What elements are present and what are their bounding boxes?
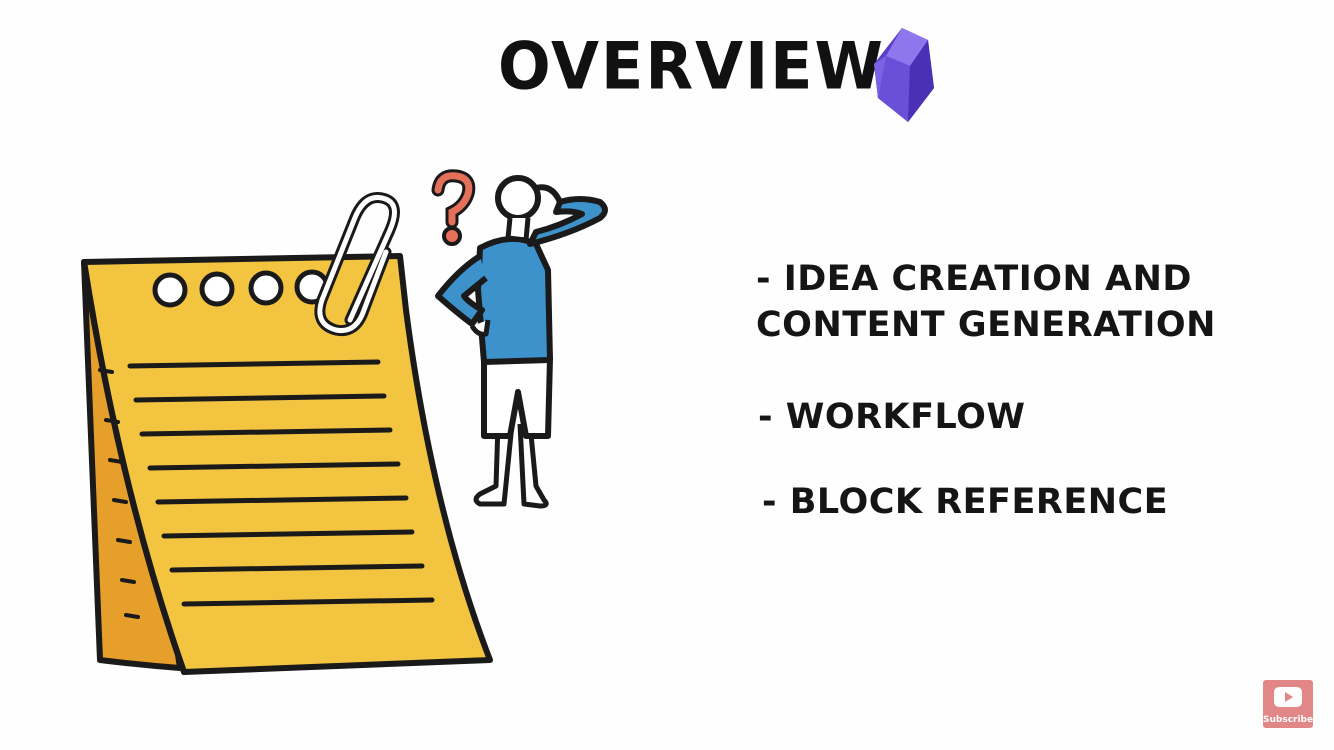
slide: OVERVIEW - IDEA CREATION AND CONTENT GEN… xyxy=(0,0,1334,750)
thinking-person xyxy=(435,175,608,509)
question-mark-icon xyxy=(431,169,476,246)
slide-title: OVERVIEW xyxy=(498,27,885,105)
youtube-play-icon xyxy=(1274,687,1302,707)
bullet-idea-creation: - IDEA CREATION AND CONTENT GENERATION xyxy=(756,259,1216,345)
subscribe-button[interactable]: Subscribe xyxy=(1263,680,1313,728)
bullet-workflow: - WORKFLOW xyxy=(758,397,1026,437)
notepad xyxy=(81,253,493,675)
thinking-person-notepad-illustration xyxy=(81,169,608,675)
bullet-block-reference: - BLOCK REFERENCE xyxy=(762,482,1169,522)
gem-crystal-icon xyxy=(874,28,934,122)
subscribe-label: Subscribe xyxy=(1263,715,1314,725)
